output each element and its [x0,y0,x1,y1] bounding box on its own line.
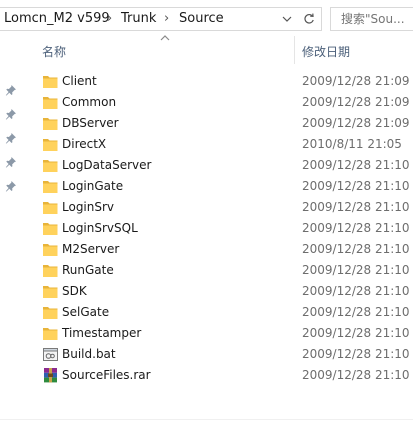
pin-icon[interactable] [5,156,17,168]
file-name: Build.bat [62,347,116,361]
file-date-modified: 2009/12/28 21:10 [302,242,410,256]
breadcrumb-source[interactable]: Source [179,11,224,26]
file-name: LoginSrvSQL [62,221,138,235]
list-item[interactable]: SDK 2009/12/28 21:10 [38,281,413,302]
file-date-modified: 2010/8/11 21:05 [302,137,402,151]
file-date-modified: 2009/12/28 21:09 [302,116,410,130]
file-name: M2Server [62,242,120,256]
file-name: LogDataServer [62,158,152,172]
breadcrumb-separator-icon[interactable]: › [164,11,169,26]
file-name: Common [62,95,117,109]
list-item[interactable]: Client 2009/12/28 21:09 [38,71,413,92]
folder-icon [42,157,59,174]
search-box[interactable] [330,7,413,31]
breadcrumb-separator-icon[interactable]: › [107,11,112,26]
chevron-down-icon[interactable] [276,8,298,30]
file-name: RunGate [62,263,114,277]
file-name: LoginGate [62,179,124,193]
folder-icon [42,283,59,300]
folder-icon [42,325,59,342]
folder-icon [42,94,59,111]
batch-file-icon [42,346,59,363]
file-date-modified: 2009/12/28 21:10 [302,284,410,298]
file-name: SDK [62,284,87,298]
file-date-modified: 2009/12/28 21:10 [302,368,410,382]
file-date-modified: 2009/12/28 21:09 [302,74,410,88]
folder-icon [42,136,59,153]
search-input[interactable] [331,8,413,30]
folder-icon [42,115,59,132]
file-date-modified: 2009/12/28 21:10 [302,179,410,193]
file-name: Client [62,74,97,88]
file-name: LoginSrv [62,200,115,214]
list-item[interactable]: Timestamper 2009/12/28 21:10 [38,323,413,344]
column-header-date-modified[interactable]: 修改日期 [302,43,350,60]
list-item[interactable]: RunGate 2009/12/28 21:10 [38,260,413,281]
file-date-modified: 2009/12/28 21:10 [302,326,410,340]
address-bar-row: Lomcn_M2 v599 › Trunk › Source [0,0,413,38]
list-item[interactable]: M2Server 2009/12/28 21:10 [38,239,413,260]
file-date-modified: 2009/12/28 21:10 [302,305,410,319]
list-item[interactable]: LoginSrvSQL 2009/12/28 21:10 [38,218,413,239]
address-bar[interactable]: Lomcn_M2 v599 › Trunk › Source [0,7,322,31]
file-date-modified: 2009/12/28 21:10 [302,158,410,172]
column-header-name[interactable]: 名称 [42,43,66,60]
file-name: Timestamper [62,326,142,340]
breadcrumb-trunk[interactable]: Trunk [121,11,156,26]
file-name: DBServer [62,116,119,130]
list-item[interactable]: SourceFiles.rar 2009/12/28 21:10 [38,365,413,386]
file-name: DirectX [62,137,107,151]
folder-icon [42,304,59,321]
file-date-modified: 2009/12/28 21:10 [302,263,410,277]
list-item[interactable]: SelGate 2009/12/28 21:10 [38,302,413,323]
sort-ascending-icon [160,35,170,41]
folder-icon [42,262,59,279]
pin-icon[interactable] [5,84,17,96]
pin-icon[interactable] [5,108,17,120]
file-name: SourceFiles.rar [62,368,151,382]
folder-icon [42,178,59,195]
list-item[interactable]: Common 2009/12/28 21:09 [38,92,413,113]
file-date-modified: 2009/12/28 21:10 [302,200,410,214]
list-item[interactable]: Build.bat 2009/12/28 21:10 [38,344,413,365]
folder-icon [42,73,59,90]
folder-icon [42,220,59,237]
breadcrumb-lomcn[interactable]: Lomcn_M2 v599 [4,11,110,26]
refresh-icon[interactable] [298,8,320,30]
list-item[interactable]: LoginSrv 2009/12/28 21:10 [38,197,413,218]
list-item[interactable]: LoginGate 2009/12/28 21:10 [38,176,413,197]
file-date-modified: 2009/12/28 21:10 [302,347,410,361]
folder-icon [42,241,59,258]
list-item[interactable]: LogDataServer 2009/12/28 21:10 [38,155,413,176]
divider [0,419,413,420]
column-divider[interactable] [294,36,295,64]
file-name: SelGate [62,305,110,319]
file-date-modified: 2009/12/28 21:09 [302,95,410,109]
list-item[interactable]: DBServer 2009/12/28 21:09 [38,113,413,134]
folder-icon [42,199,59,216]
file-date-modified: 2009/12/28 21:10 [302,221,410,235]
list-item[interactable]: DirectX 2010/8/11 21:05 [38,134,413,155]
pin-icon[interactable] [5,180,17,192]
rar-archive-icon [42,367,59,384]
pin-icon[interactable] [5,132,17,144]
